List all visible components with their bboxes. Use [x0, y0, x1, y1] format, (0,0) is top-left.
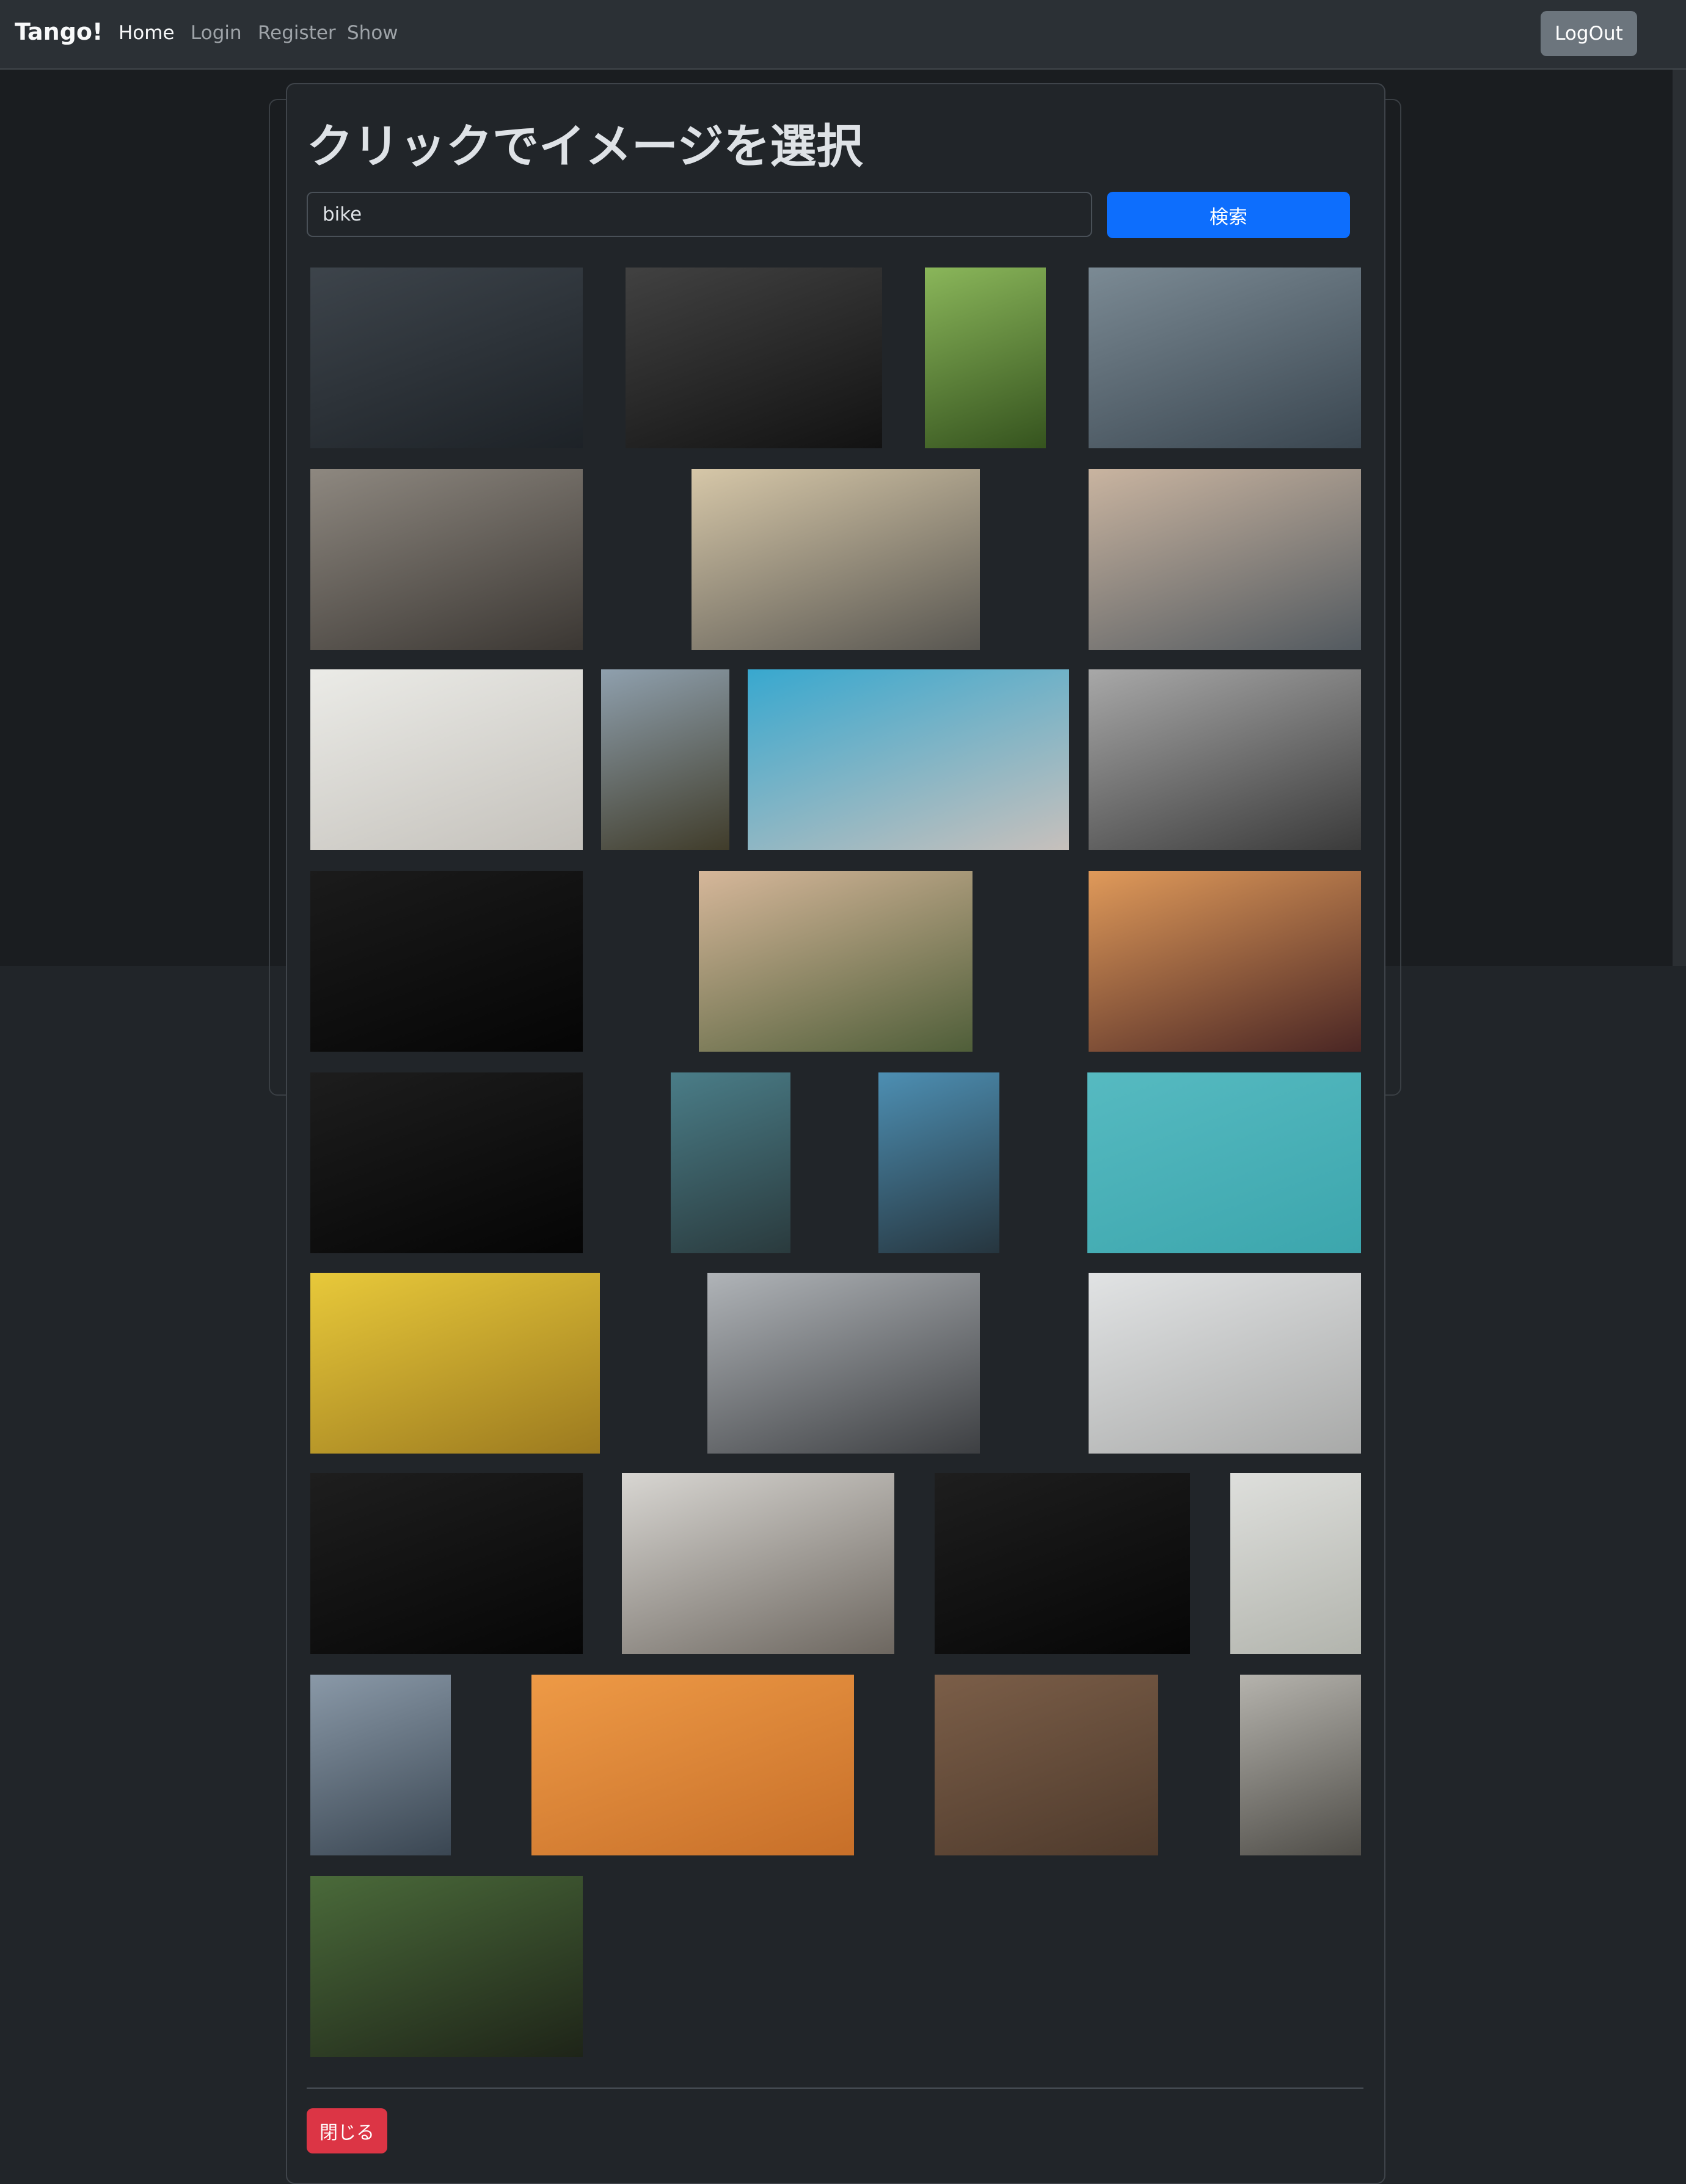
bike-photo-cyclist-green-cliff[interactable]: [925, 268, 1046, 448]
bike-photo-cyclist-hill-road[interactable]: [699, 871, 973, 1052]
bike-photo-city-bike-closeup[interactable]: [1089, 469, 1361, 650]
search-input[interactable]: [307, 192, 1092, 237]
navbar: Tango! Home Login Register Show LogOut: [0, 0, 1686, 70]
bike-photo-two-cyclists-beach[interactable]: [622, 1473, 894, 1654]
bike-photo-white-bike-bright-room[interactable]: [1089, 1273, 1361, 1454]
bike-photo-dark-handlebar-2[interactable]: [310, 1072, 583, 1253]
nav-link-home[interactable]: Home: [119, 22, 175, 44]
bike-photo-cyclist-red-shirt[interactable]: [671, 1072, 790, 1253]
bike-photo-dark-handlebar-4[interactable]: [935, 1473, 1190, 1654]
bike-photo-sunset-handlebar-red[interactable]: [1089, 871, 1361, 1052]
bike-photo-cassette-gears[interactable]: [707, 1273, 980, 1454]
modal-footer-divider: [307, 2088, 1363, 2089]
bike-photo-orange-wheel-bike-white-wall[interactable]: [310, 669, 583, 850]
bike-photo-rider-sky-view[interactable]: [878, 1072, 999, 1253]
bike-photo-cyclist-yellow-wheels[interactable]: [692, 469, 980, 650]
bike-photo-mountain-bike-cliff[interactable]: [601, 669, 729, 850]
bike-photo-forest-trail-bike[interactable]: [310, 1876, 583, 2057]
nav-link-show[interactable]: Show: [347, 22, 398, 44]
bike-photo-parked-bikes[interactable]: [1240, 1675, 1361, 1855]
bike-photo-black-motorcycle[interactable]: [1089, 268, 1361, 448]
nav-link-login[interactable]: Login: [191, 22, 242, 44]
bike-photo-dark-handlebar-3[interactable]: [310, 1473, 583, 1654]
modal-title: クリックでイメージを選択: [307, 119, 863, 173]
bike-photo-white-bike-blue-wall[interactable]: [748, 669, 1069, 850]
bike-photo-bike-grey-studio[interactable]: [1230, 1473, 1361, 1654]
bike-photo-yellow-wall-basket-bike[interactable]: [310, 1273, 600, 1454]
bike-photo-red-wheel-teal-wall[interactable]: [1087, 1072, 1361, 1253]
bike-photo-blurred-city-cyclist[interactable]: [310, 1675, 451, 1855]
bike-photo-white-bicycle-dark-wall[interactable]: [310, 268, 583, 448]
bike-photo-woman-riding-street[interactable]: [310, 469, 583, 650]
search-button[interactable]: 検索: [1107, 192, 1350, 238]
page-scrollbar[interactable]: [1673, 70, 1686, 966]
close-button[interactable]: 閉じる: [307, 2108, 387, 2153]
bike-photo-teal-bike-orange-wall[interactable]: [531, 1675, 854, 1855]
logout-button[interactable]: LogOut: [1541, 11, 1637, 56]
nav-link-register[interactable]: Register: [258, 22, 336, 44]
brand-logo[interactable]: Tango!: [15, 18, 103, 45]
bike-photo-black-road-bike[interactable]: [626, 268, 882, 448]
bike-photo-blurred-cyclists[interactable]: [1089, 669, 1361, 850]
bike-photo-heart-bike-sign[interactable]: [935, 1675, 1158, 1855]
bike-photo-dark-handlebar-1[interactable]: [310, 871, 583, 1052]
